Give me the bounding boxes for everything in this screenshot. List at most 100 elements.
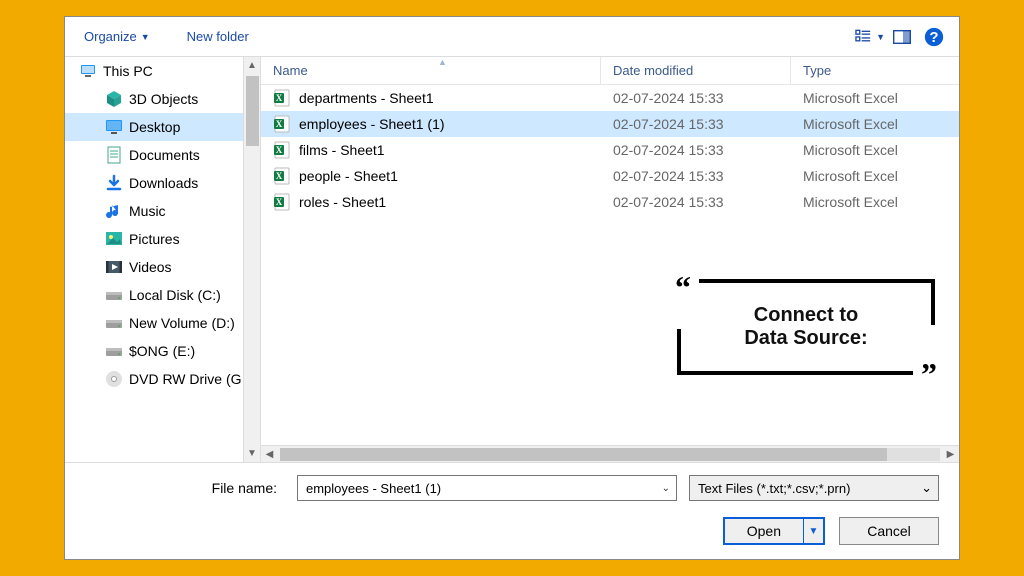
- file-type: Microsoft Excel: [791, 194, 959, 210]
- preview-pane-button[interactable]: [887, 23, 917, 51]
- scroll-thumb[interactable]: [280, 448, 887, 461]
- file-type: Microsoft Excel: [791, 168, 959, 184]
- file-type: Microsoft Excel: [791, 142, 959, 158]
- doc-icon: [105, 146, 123, 164]
- column-headers: ▲ Name Date modified Type: [261, 57, 959, 85]
- excel-file-icon: [273, 193, 291, 211]
- sidebar-item-label: New Volume (D:): [129, 315, 235, 331]
- cube-icon: [105, 90, 123, 108]
- sidebar-item-label: DVD RW Drive (G: [129, 371, 242, 387]
- file-name: films - Sheet1: [299, 142, 385, 158]
- organize-menu[interactable]: Organize ▼: [75, 22, 159, 51]
- music-icon: [105, 202, 123, 220]
- sidebar-item-label: This PC: [103, 63, 153, 79]
- sidebar-item-label: Music: [129, 203, 166, 219]
- column-header-type[interactable]: Type: [791, 57, 959, 84]
- file-date: 02-07-2024 15:33: [601, 116, 791, 132]
- sidebar-item-3d-objects[interactable]: 3D Objects: [65, 85, 260, 113]
- drive-icon: [105, 286, 123, 304]
- sidebar-item-videos[interactable]: Videos: [65, 253, 260, 281]
- file-date: 02-07-2024 15:33: [601, 90, 791, 106]
- list-view-icon: [855, 29, 872, 45]
- svg-text:?: ?: [929, 29, 938, 46]
- view-options-button[interactable]: ▼: [855, 23, 885, 51]
- file-name: employees - Sheet1 (1): [299, 116, 445, 132]
- preview-pane-icon: [893, 30, 911, 44]
- tree-scrollbar[interactable]: ▲ ▼: [243, 57, 260, 462]
- chevron-down-icon: ▼: [876, 32, 885, 42]
- picture-icon: [105, 230, 123, 248]
- sidebar-item-song-e[interactable]: $ONG (E:): [65, 337, 260, 365]
- sidebar-item-desktop[interactable]: Desktop: [65, 113, 260, 141]
- file-row[interactable]: films - Sheet1 02-07-2024 15:33Microsoft …: [261, 137, 959, 163]
- filetype-value: Text Files (*.txt;*.csv;*.prn): [698, 481, 850, 496]
- filename-label: File name:: [85, 480, 285, 496]
- scroll-up-icon: ▲: [244, 57, 260, 74]
- sidebar-item-label: Local Disk (C:): [129, 287, 221, 303]
- sidebar-item-label: Downloads: [129, 175, 198, 191]
- open-split-dropdown[interactable]: ▼: [803, 519, 823, 543]
- scroll-left-icon: ◀: [261, 446, 278, 463]
- help-button[interactable]: ?: [919, 23, 949, 51]
- file-type: Microsoft Excel: [791, 116, 959, 132]
- toolbar: Organize ▼ New folder ▼ ?: [65, 17, 959, 57]
- file-type: Microsoft Excel: [791, 90, 959, 106]
- file-name: people - Sheet1: [299, 168, 398, 184]
- help-icon: ?: [924, 27, 944, 47]
- sidebar-item-dvd-rw[interactable]: DVD RW Drive (G: [65, 365, 260, 393]
- sidebar-item-label: 3D Objects: [129, 91, 198, 107]
- organize-label: Organize: [84, 29, 137, 44]
- pc-icon: [79, 62, 97, 80]
- sidebar-item-label: Pictures: [129, 231, 180, 247]
- cancel-label: Cancel: [867, 523, 911, 539]
- sidebar-item-music[interactable]: Music: [65, 197, 260, 225]
- excel-file-icon: [273, 115, 291, 133]
- video-icon: [105, 258, 123, 276]
- desktop-icon: [105, 118, 123, 136]
- file-name: departments - Sheet1: [299, 90, 434, 106]
- sidebar-item-downloads[interactable]: Downloads: [65, 169, 260, 197]
- excel-file-icon: [273, 167, 291, 185]
- file-row[interactable]: roles - Sheet1 02-07-2024 15:33Microsoft …: [261, 189, 959, 215]
- sidebar-item-label: Documents: [129, 147, 200, 163]
- file-date: 02-07-2024 15:33: [601, 142, 791, 158]
- sidebar-item-label: $ONG (E:): [129, 343, 195, 359]
- file-date: 02-07-2024 15:33: [601, 168, 791, 184]
- file-date: 02-07-2024 15:33: [601, 194, 791, 210]
- new-folder-button[interactable]: New folder: [179, 23, 257, 50]
- column-header-date[interactable]: Date modified: [601, 57, 791, 84]
- scroll-thumb[interactable]: [246, 76, 259, 146]
- list-horizontal-scrollbar[interactable]: ◀ ▶: [261, 445, 959, 462]
- sidebar-item-local-disk-c[interactable]: Local Disk (C:): [65, 281, 260, 309]
- column-header-name[interactable]: ▲ Name: [261, 57, 601, 84]
- scroll-down-icon: ▼: [244, 445, 260, 462]
- scroll-right-icon: ▶: [942, 446, 959, 463]
- sidebar-item-new-volume-d[interactable]: New Volume (D:): [65, 309, 260, 337]
- filetype-filter[interactable]: Text Files (*.txt;*.csv;*.prn) ⌄: [689, 475, 939, 501]
- drive-icon: [105, 342, 123, 360]
- file-row[interactable]: departments - Sheet1 02-07-2024 15:33Micr…: [261, 85, 959, 111]
- sidebar-item-label: Desktop: [129, 119, 180, 135]
- file-name: roles - Sheet1: [299, 194, 386, 210]
- dvd-icon: [105, 370, 123, 388]
- drive-icon: [105, 314, 123, 332]
- open-label: Open: [725, 519, 803, 543]
- sidebar-item-pictures[interactable]: Pictures: [65, 225, 260, 253]
- sidebar-item-this-pc[interactable]: This PC: [65, 57, 260, 85]
- open-button[interactable]: Open ▼: [723, 517, 825, 545]
- file-open-dialog: Organize ▼ New folder ▼ ? This PC 3D Obje…: [64, 16, 960, 560]
- chevron-down-icon: ⌄: [921, 480, 932, 496]
- filename-input[interactable]: employees - Sheet1 (1) ⌄: [297, 475, 677, 501]
- file-row[interactable]: people - Sheet1 02-07-2024 15:33Microsoft…: [261, 163, 959, 189]
- filename-value: employees - Sheet1 (1): [306, 481, 441, 496]
- cancel-button[interactable]: Cancel: [839, 517, 939, 545]
- sidebar-item-documents[interactable]: Documents: [65, 141, 260, 169]
- column-date-label: Date modified: [613, 63, 693, 78]
- chevron-down-icon: ⌄: [662, 483, 670, 494]
- excel-file-icon: [273, 89, 291, 107]
- sort-ascending-icon: ▲: [273, 57, 612, 67]
- file-row[interactable]: employees - Sheet1 (1) 02-07-2024 15:33Mi…: [261, 111, 959, 137]
- sidebar-item-label: Videos: [129, 259, 172, 275]
- column-type-label: Type: [803, 63, 831, 78]
- chevron-down-icon: ▼: [141, 32, 150, 42]
